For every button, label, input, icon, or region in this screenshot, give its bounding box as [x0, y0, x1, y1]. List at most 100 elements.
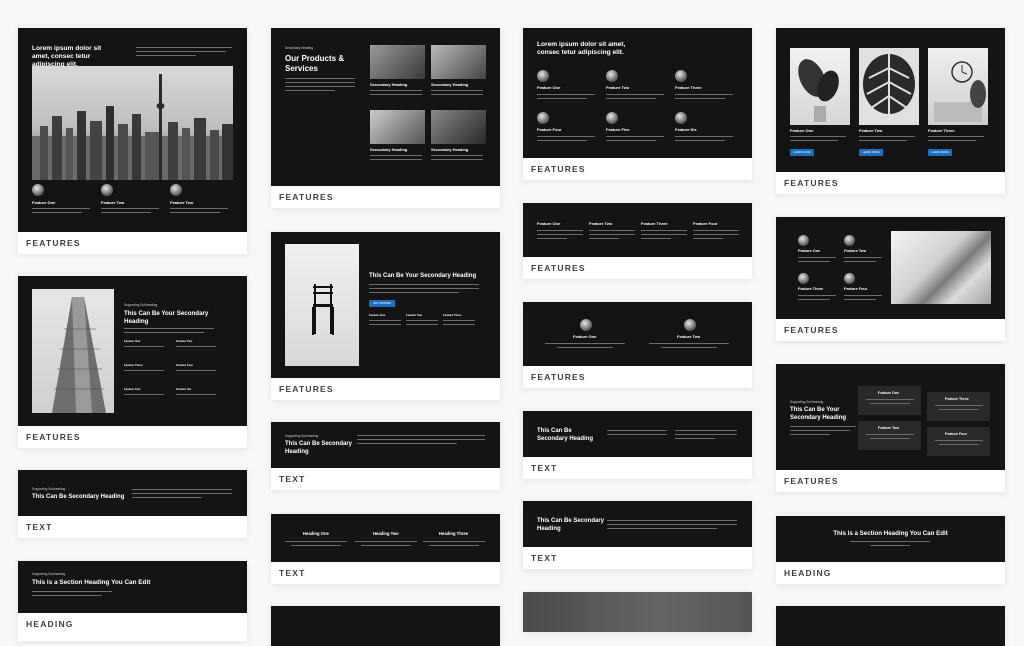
text-line — [370, 159, 422, 161]
feature-icon — [101, 184, 113, 196]
text-line — [790, 434, 830, 436]
template-card-features-3[interactable]: Secondary Heading Our Products & Service… — [271, 28, 500, 208]
interior-photo — [431, 45, 486, 79]
learn-more-button[interactable]: LEARN MORE — [859, 149, 883, 156]
feature-title: Feature Three — [443, 313, 462, 317]
feature-item: Feature Five — [124, 387, 141, 391]
feature-title: Feature One — [573, 334, 597, 339]
feature-icon — [675, 70, 687, 82]
template-card-text-4[interactable]: This Can Be Secondary Heading TEXT — [523, 411, 752, 479]
leaf-graphic — [863, 54, 915, 118]
template-card-partial[interactable] — [523, 592, 752, 632]
category-label: FEATURES — [26, 432, 81, 442]
text-line — [675, 98, 725, 100]
feature-icon — [537, 70, 549, 82]
template-preview: Feature One Feature Two Feature Three Fe… — [523, 203, 752, 257]
text-line — [124, 370, 164, 372]
text-line — [431, 159, 483, 161]
template-card-text-2[interactable]: Supporting Subheading This Can Be Second… — [271, 422, 500, 490]
preview-title: This Can Be Secondary Heading — [285, 441, 353, 455]
text-line — [443, 324, 475, 326]
text-line — [423, 541, 485, 543]
monstera-photo — [859, 48, 919, 125]
text-line — [431, 94, 483, 96]
preview-title: Our Products & Services — [285, 54, 345, 73]
feature-title: Feature Five — [606, 127, 630, 132]
text-line — [170, 212, 220, 214]
text-line — [675, 434, 737, 436]
feature-title: Feature Two — [589, 221, 613, 226]
template-card-features-9[interactable]: Feature One Feature Two Feature Three Fe… — [776, 217, 1005, 341]
feature-icon — [798, 273, 809, 284]
template-card-features-1[interactable]: Lorem ipsum dolor sit amet, consec tetur… — [18, 28, 247, 254]
text-line — [798, 299, 830, 301]
text-line — [361, 545, 411, 547]
feature-box: Feature Three — [927, 392, 990, 421]
text-line — [693, 238, 723, 240]
template-card-partial[interactable] — [271, 606, 500, 646]
preview-title: This Can Be Secondary Heading — [32, 494, 125, 500]
eyebrow: Supporting Subheading — [124, 303, 158, 307]
feature-item: Feature One — [124, 339, 141, 343]
template-card-features-5[interactable]: Lorem ipsum dolor sit amet, consec tetur… — [523, 28, 752, 180]
text-line — [369, 324, 401, 326]
template-preview — [776, 606, 1005, 646]
learn-more-button[interactable]: LEARN MORE — [790, 149, 814, 156]
text-line — [136, 47, 232, 49]
feature-icon — [844, 273, 855, 284]
feature-title: Feature Six — [675, 127, 697, 132]
template-card-features-4[interactable]: This Can Be Your Secondary Heading GET S… — [271, 232, 500, 400]
text-line — [870, 438, 910, 440]
feature-title: Feature Two — [170, 200, 194, 205]
template-preview: Supporting Subheading This Can Be Your S… — [776, 364, 1005, 470]
text-line — [176, 370, 216, 372]
text-line — [285, 82, 355, 84]
text-line — [429, 545, 479, 547]
template-card-text-5[interactable]: This Can Be Secondary Heading TEXT — [523, 501, 752, 569]
template-card-features-10[interactable]: Supporting Subheading This Can Be Your S… — [776, 364, 1005, 492]
learn-more-button[interactable]: LEARN MORE — [928, 149, 952, 156]
template-card-text-1[interactable]: Supporting Subheading This Can Be Second… — [18, 470, 247, 538]
template-card-features-7[interactable]: Feature One Feature Two FEATURES — [523, 302, 752, 388]
text-line — [606, 98, 656, 100]
template-card-heading-1[interactable]: Supporting Subheading This is a Section … — [18, 561, 247, 641]
template-card-partial[interactable] — [776, 606, 1005, 646]
template-preview: Feature One Feature Two Feature Three Fe… — [776, 217, 1005, 319]
text-line — [607, 520, 737, 522]
template-card-heading-2[interactable]: This is a Section Heading You Can Edit H… — [776, 516, 1005, 584]
feature-item: Feature Two — [176, 339, 193, 343]
text-line — [101, 208, 159, 210]
feature-title: Feature One — [537, 221, 561, 226]
text-line — [136, 55, 196, 57]
text-line — [285, 78, 355, 80]
template-preview: Heading One Heading Two Heading Three — [271, 514, 500, 562]
template-preview: Supporting Subheading This is a Section … — [18, 561, 247, 613]
text-line — [285, 90, 335, 92]
text-line — [32, 212, 82, 214]
text-line — [649, 343, 729, 345]
text-line — [607, 524, 737, 526]
feature-title: Feature Two — [101, 200, 125, 205]
text-line — [641, 234, 687, 236]
template-card-text-3[interactable]: Heading One Heading Two Heading Three TE… — [271, 514, 500, 584]
text-line — [693, 234, 739, 236]
text-line — [357, 443, 457, 445]
feature-title: Feature One — [32, 200, 56, 205]
template-card-features-8[interactable]: Feature One Feature Two Feature Three LE… — [776, 28, 1005, 194]
template-preview: This Can Be Your Secondary Heading GET S… — [271, 232, 500, 378]
template-card-features-2[interactable]: Supporting Subheading This Can Be Your S… — [18, 276, 247, 448]
plant-graphic — [798, 59, 839, 122]
template-card-features-6[interactable]: Feature One Feature Two Feature Three Fe… — [523, 203, 752, 279]
text-line — [537, 94, 595, 96]
text-line — [557, 347, 613, 349]
feature-box: Feature One — [858, 386, 921, 415]
template-preview: Lorem ipsum dolor sit amet, consec tetur… — [523, 28, 752, 158]
building-graphic — [52, 297, 106, 413]
interior-photo — [431, 110, 486, 144]
text-line — [790, 136, 846, 138]
text-line — [589, 230, 635, 232]
get-started-button[interactable]: GET STARTED — [369, 300, 395, 307]
text-line — [641, 230, 687, 232]
text-line — [357, 435, 485, 437]
text-line — [844, 261, 876, 263]
